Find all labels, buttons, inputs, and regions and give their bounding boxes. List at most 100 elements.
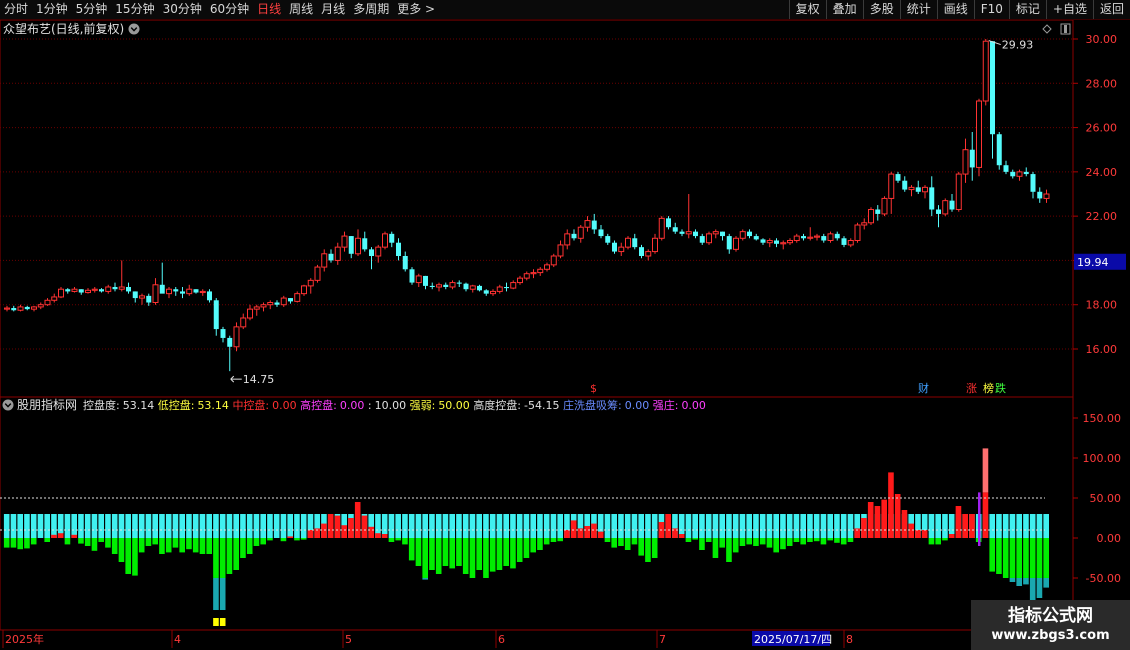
indicator-bar-green bbox=[152, 538, 158, 545]
indicator-bar-red bbox=[570, 520, 577, 538]
candle-body-down bbox=[747, 231, 752, 237]
fall-marker[interactable]: 跌 bbox=[995, 381, 1006, 395]
indicator-bar-green bbox=[435, 538, 442, 574]
title-dropdown-icon[interactable] bbox=[128, 23, 140, 35]
tool-button-6[interactable]: +自选 bbox=[1045, 0, 1093, 19]
indicator-bar-red bbox=[307, 530, 314, 538]
indicator-name[interactable]: 股朋指标网 bbox=[17, 397, 77, 412]
indicator-bar-cyan bbox=[726, 514, 732, 538]
indicator-bar-green bbox=[1023, 538, 1029, 578]
tool-button-3[interactable]: 统计 bbox=[899, 0, 937, 19]
stock-title[interactable]: 众望布艺(日线,前复权) bbox=[3, 21, 124, 36]
candle-body-down bbox=[726, 236, 732, 250]
indicator-bar-cyan bbox=[469, 514, 476, 538]
indicator-bar-cyan bbox=[800, 514, 806, 538]
period-tab-0[interactable]: 分时 bbox=[0, 0, 32, 19]
indicator-bar-green bbox=[746, 538, 752, 545]
indicator-bar-green bbox=[989, 538, 995, 572]
indicator-bar-red bbox=[867, 502, 874, 538]
indicator-bar-red bbox=[888, 472, 894, 538]
finance-marker[interactable]: 财 bbox=[918, 381, 929, 395]
tool-button-7[interactable]: 返回 bbox=[1092, 0, 1130, 19]
period-tab-5[interactable]: 60分钟 bbox=[206, 0, 253, 19]
candle-body-down bbox=[679, 231, 685, 234]
indicator-bar-green bbox=[253, 538, 260, 546]
candle-body-up bbox=[186, 288, 193, 295]
period-tabs: 分时 1分钟 5分钟 15分钟 30分钟 60分钟 日线 周线 月线 多周期 更多 > bbox=[0, 0, 439, 19]
indicator-bar-green bbox=[78, 538, 84, 544]
candle-body-up bbox=[341, 235, 348, 248]
dividend-marker[interactable]: $ bbox=[590, 382, 597, 395]
indicator-bar-cyan bbox=[388, 514, 395, 538]
period-tab-9[interactable]: 多周期 bbox=[349, 0, 393, 19]
indicator-bar-cyan bbox=[719, 514, 725, 538]
stock-chart[interactable]: 30.0028.0026.0024.0022.0020.0018.0016.00… bbox=[0, 20, 1130, 650]
indicator-bar-red bbox=[982, 492, 989, 538]
indicator-bar-cyan bbox=[78, 514, 84, 538]
candle-body-down bbox=[126, 287, 131, 292]
candle-body-up bbox=[712, 231, 719, 235]
period-tab-7[interactable]: 周线 bbox=[285, 0, 317, 19]
price-y-axis: 30.0028.0026.0024.0022.0020.0018.0016.00… bbox=[1073, 33, 1126, 356]
candle-body-down bbox=[929, 187, 935, 210]
indicator-bar-cyan bbox=[456, 514, 462, 538]
indicator-bar-cyan bbox=[476, 514, 482, 538]
indicator-bar-cyan bbox=[807, 514, 813, 538]
indicator-bar-cyan bbox=[631, 514, 638, 538]
candle-body-down bbox=[605, 236, 611, 243]
period-tab-6[interactable]: 日线 bbox=[253, 0, 285, 19]
tool-button-2[interactable]: 多股 bbox=[862, 0, 900, 19]
indicator-bar-cyan bbox=[233, 514, 239, 538]
indicator-bar-green bbox=[44, 538, 50, 542]
mark-button[interactable]: 标记 bbox=[1008, 0, 1046, 19]
indicator-item-value: 50.00 bbox=[438, 399, 470, 412]
candle-body-up bbox=[334, 246, 341, 261]
candle-body-down bbox=[483, 290, 489, 294]
indicator-bar-green bbox=[10, 538, 17, 548]
period-tab-1[interactable]: 1分钟 bbox=[32, 0, 72, 19]
candle-body-up bbox=[652, 237, 658, 253]
rise-marker[interactable]: 涨 bbox=[966, 382, 977, 395]
indicator-bar-cyan bbox=[624, 514, 631, 538]
candle-body-down bbox=[369, 249, 374, 256]
indicator-bar-green bbox=[408, 538, 415, 561]
period-tab-3[interactable]: 15分钟 bbox=[111, 0, 158, 19]
indicator-bar-red bbox=[962, 514, 968, 538]
period-tab-2[interactable]: 5分钟 bbox=[72, 0, 112, 19]
period-tab-4[interactable]: 30分钟 bbox=[159, 0, 206, 19]
tool-button-4[interactable]: 画线 bbox=[936, 0, 974, 19]
candle-body-down bbox=[598, 229, 604, 237]
indicator-bar-green bbox=[618, 538, 624, 546]
diamond-icon[interactable] bbox=[1042, 24, 1052, 34]
candle-body-down bbox=[801, 236, 806, 239]
indicator-item-value: 53.14 bbox=[197, 399, 229, 412]
tool-button-1[interactable]: 叠加 bbox=[825, 0, 863, 19]
price-panel-frame bbox=[0, 20, 1074, 398]
indicator-bar-green bbox=[233, 538, 239, 570]
indicator-panel-frame bbox=[0, 396, 1074, 631]
low-price-label: 14.75 bbox=[243, 373, 275, 386]
candle-body-up bbox=[382, 233, 388, 248]
indicator-bar-green bbox=[219, 538, 226, 578]
indicator-bar-cyan bbox=[496, 514, 503, 538]
period-tab-8[interactable]: 月线 bbox=[317, 0, 349, 19]
indicator-bar-green bbox=[280, 538, 287, 542]
candle-body-down bbox=[328, 253, 334, 261]
indicator-bar-cyan bbox=[395, 514, 401, 538]
indicator-bar-cyan bbox=[510, 514, 516, 538]
indicator-bar-cyan bbox=[30, 514, 37, 538]
candle-body-up bbox=[415, 275, 422, 284]
candle-body-down bbox=[591, 220, 597, 230]
board-marker[interactable]: 榜 bbox=[983, 381, 994, 395]
indicator-bar-red bbox=[57, 533, 64, 538]
candle-body-up bbox=[787, 240, 793, 244]
candle-body-down bbox=[132, 291, 138, 299]
indicator-bar-green bbox=[105, 538, 111, 548]
tool-button-5[interactable]: F10 bbox=[973, 0, 1009, 19]
indicator-dropdown-icon[interactable] bbox=[2, 399, 14, 411]
tool-button-0[interactable]: 复权 bbox=[788, 0, 826, 19]
indicator-bar-green bbox=[827, 538, 833, 541]
indicator-bar-green bbox=[1016, 538, 1022, 578]
period-tab-10[interactable]: 更多 > bbox=[393, 0, 439, 19]
indicator-bar-green bbox=[1029, 538, 1036, 578]
